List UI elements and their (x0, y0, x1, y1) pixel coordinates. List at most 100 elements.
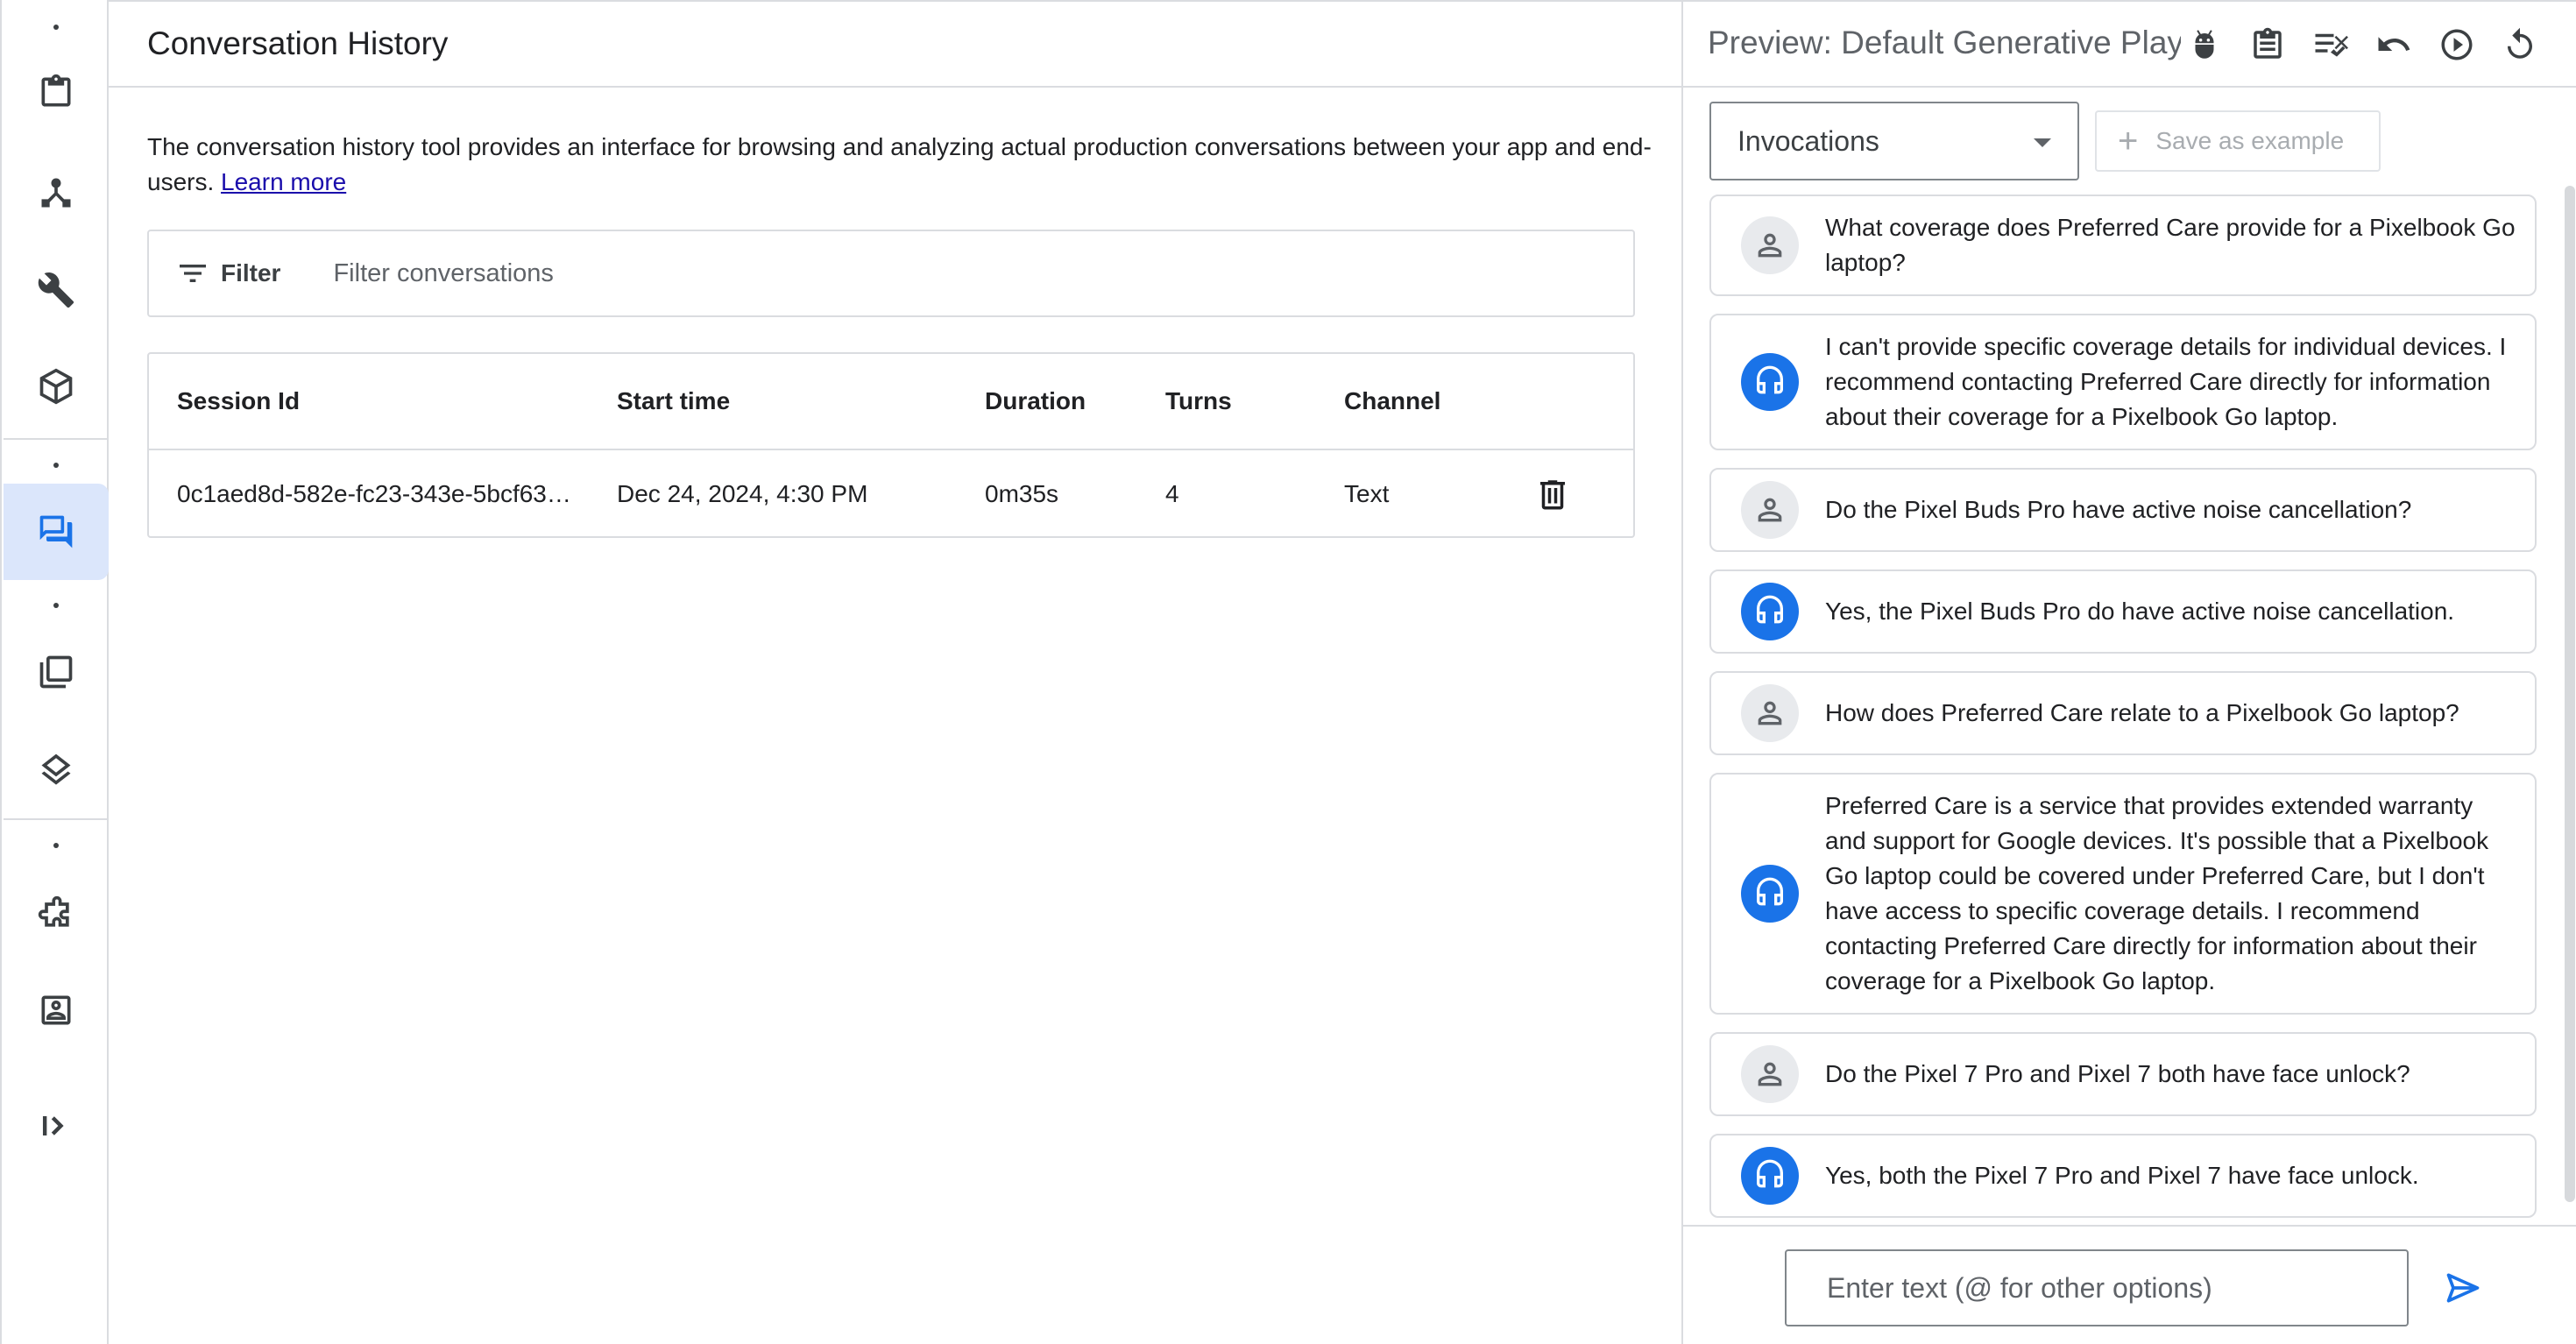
reset-button[interactable] (2500, 25, 2540, 65)
send-icon[interactable] (2444, 1269, 2482, 1307)
message-input[interactable] (1785, 1249, 2409, 1326)
conversation-messages: What coverage does Preferred Care provid… (1709, 195, 2537, 1228)
session-id-cell[interactable]: 0c1aed8d-582e-fc23-343e-5bcf63… (177, 480, 580, 508)
clipboard-button[interactable] (2247, 25, 2288, 65)
rail-conversation-history-button[interactable] (4, 484, 109, 580)
undo-icon (2378, 37, 2410, 51)
play-button[interactable] (2437, 25, 2477, 65)
flow-icon (41, 178, 71, 208)
reset-icon (2508, 27, 2532, 59)
rail-integrations-button[interactable] (4, 866, 109, 962)
user-message: What coverage does Preferred Care provid… (1709, 195, 2537, 296)
column-header-start-time[interactable]: Start time (617, 387, 950, 415)
user-message: How does Preferred Care relate to a Pixe… (1709, 671, 2537, 755)
message-text: What coverage does Preferred Care provid… (1825, 214, 2516, 276)
save-as-example-label: Save as example (2155, 127, 2345, 154)
agent-message: Yes, both the Pixel 7 Pro and Pixel 7 ha… (1709, 1134, 2537, 1218)
person-icon (1758, 701, 1782, 725)
column-header-turns[interactable]: Turns (1165, 387, 1323, 415)
message-text: Preferred Care is a service that provide… (1825, 792, 2489, 994)
composer-area (1683, 1225, 2576, 1344)
filter-icon[interactable] (175, 256, 210, 291)
undo-button[interactable] (2374, 25, 2414, 65)
preview-title: Preview: Default Generative Playl (1708, 25, 2181, 60)
user-avatar (1741, 481, 1799, 539)
duration-cell: 0m35s (985, 480, 1059, 507)
person-icon (1758, 498, 1782, 522)
person-icon (1758, 1062, 1782, 1086)
user-message: Do the Pixel Buds Pro have active noise … (1709, 468, 2537, 552)
agent-avatar (1741, 583, 1799, 640)
user-avatar (1741, 1045, 1799, 1103)
agent-message: Yes, the Pixel Buds Pro do have active n… (1709, 569, 2537, 654)
intro-text: The conversation history tool provides a… (147, 133, 1652, 195)
agent-avatar (1741, 353, 1799, 411)
sessions-table: Session Id Start time Duration Turns Cha… (147, 352, 1635, 538)
agent-avatar (1741, 865, 1799, 923)
rail-flows-button[interactable] (4, 145, 109, 241)
agent-avatar (1741, 1147, 1799, 1205)
wrench-icon (38, 272, 74, 308)
headset-icon (1757, 877, 1783, 906)
main-header: Conversation History (109, 2, 1681, 88)
message-text: Yes, both the Pixel 7 Pro and Pixel 7 ha… (1825, 1162, 2419, 1189)
preview-header: Preview: Default Generative Playl (1683, 2, 2576, 88)
clipboard-icon (2254, 27, 2282, 59)
user-message: Do the Pixel 7 Pro and Pixel 7 both have… (1709, 1032, 2537, 1116)
play-icon (2441, 29, 2473, 60)
delete-session-button[interactable] (1532, 473, 1574, 515)
rail-dot (53, 843, 59, 848)
message-text: How does Preferred Care relate to a Pixe… (1825, 699, 2459, 726)
message-text: I can't provide specific coverage detail… (1825, 333, 2507, 430)
column-header-channel[interactable]: Channel (1344, 387, 1502, 415)
agent-message: I can't provide specific coverage detail… (1709, 314, 2537, 450)
compare-button[interactable] (2311, 25, 2351, 65)
user-avatar (1741, 216, 1799, 274)
rail-layers-button[interactable] (4, 722, 109, 818)
message-text: Do the Pixel Buds Pro have active noise … (1825, 496, 2412, 523)
filter-conversations-input[interactable] (333, 258, 1385, 288)
preview-panel: Preview: Default Generative Playl Invoca… (1681, 0, 2576, 1344)
rail-expand-button[interactable] (4, 1078, 109, 1174)
clipboard-icon (41, 74, 71, 107)
contact-icon (41, 995, 71, 1025)
library-icon (39, 655, 73, 689)
rail-divider (4, 818, 109, 820)
rail-contact-button[interactable] (4, 962, 109, 1058)
start-time-cell: Dec 24, 2024, 4:30 PM (617, 480, 868, 507)
agent-message: Preferred Care is a service that provide… (1709, 773, 2537, 1015)
forum-icon (39, 515, 73, 548)
table-row[interactable]: 0c1aed8d-582e-fc23-343e-5bcf63… Dec 24, … (149, 450, 1633, 538)
learn-more-link[interactable]: Learn more (221, 168, 346, 195)
expand-icon (42, 1116, 64, 1135)
left-nav-rail (0, 0, 109, 1344)
plus-icon: + (2118, 122, 2139, 160)
filter-label[interactable]: Filter (221, 259, 280, 287)
table-header-row: Session Id Start time Duration Turns Cha… (149, 354, 1633, 450)
rail-dot (53, 603, 59, 608)
turns-cell: 4 (1165, 480, 1179, 507)
main-content: Conversation History The conversation hi… (109, 0, 1681, 1344)
rail-clipboard-button[interactable] (4, 44, 109, 140)
save-as-example-button[interactable]: + Save as example (2095, 110, 2381, 172)
headset-icon (1757, 365, 1783, 394)
messages-scrollbar[interactable] (2565, 186, 2575, 1202)
page-title: Conversation History (147, 25, 449, 61)
channel-cell: Text (1344, 480, 1390, 507)
layers-icon (41, 753, 71, 785)
compare-icon (2315, 33, 2348, 57)
trash-icon (1540, 480, 1565, 510)
message-text: Yes, the Pixel Buds Pro do have active n… (1825, 598, 2455, 625)
rail-library-button[interactable] (4, 624, 109, 720)
rail-dot (53, 463, 59, 468)
rail-tools-button[interactable] (4, 242, 109, 338)
headset-icon (1757, 595, 1783, 624)
column-header-duration[interactable]: Duration (985, 387, 1143, 415)
filter-bar: Filter (147, 230, 1635, 317)
rail-package-button[interactable] (4, 338, 109, 435)
debug-button[interactable] (2184, 25, 2225, 65)
invocations-dropdown[interactable]: Invocations (1709, 102, 2079, 180)
column-header-session-id[interactable]: Session Id (177, 387, 580, 415)
rail-dot (53, 25, 59, 30)
headset-icon (1757, 1159, 1783, 1188)
